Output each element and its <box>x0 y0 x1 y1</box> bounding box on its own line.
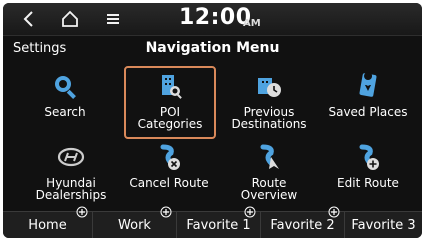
back-icon[interactable] <box>19 8 39 30</box>
add-icon <box>160 206 172 218</box>
favorite-label: Favorite 2 <box>270 218 335 233</box>
menu-item-search[interactable]: Search <box>15 68 115 140</box>
favorite-work-button[interactable]: Work <box>93 206 177 238</box>
menu-item-poi-categories[interactable]: POI Categories <box>124 66 216 139</box>
menu-item-previous-destinations[interactable]: Previous Destinations <box>219 68 319 140</box>
menu-item-label: Saved Places <box>328 105 408 119</box>
menu-grid: Search POI Categories Previous Destinati… <box>3 63 422 208</box>
add-icon <box>244 206 256 218</box>
favorite-3-button[interactable]: Favorite 3 <box>345 212 422 238</box>
menu-icon[interactable] <box>102 8 124 30</box>
favorite-2-button[interactable]: Favorite 2 <box>261 206 345 238</box>
previous-destinations-icon <box>255 72 283 100</box>
edit-route-icon <box>354 143 382 171</box>
menu-item-label: Hyundai Dealerships <box>35 176 107 202</box>
favorite-label: Favorite 1 <box>186 218 251 233</box>
add-icon <box>328 206 340 218</box>
favorites-bar: Home Work Favorite 1 Favorite 2 Favorite… <box>3 206 422 238</box>
poi-categories-icon <box>156 72 184 100</box>
menu-item-label: Route Overview <box>240 176 298 202</box>
menu-item-label: POI Categories <box>137 105 203 131</box>
menu-item-route-overview[interactable]: Route Overview <box>219 139 319 211</box>
search-icon <box>51 72 79 100</box>
cancel-route-icon <box>155 143 183 171</box>
menu-item-cancel-route[interactable]: Cancel Route <box>119 139 219 211</box>
clock-time: 12:00 <box>179 5 252 30</box>
menu-item-saved-places[interactable]: Saved Places <box>318 68 418 140</box>
route-overview-icon <box>255 143 283 171</box>
page-title: Navigation Menu <box>145 40 280 56</box>
status-bar: 12:00 AM <box>3 3 422 36</box>
home-icon[interactable] <box>59 8 81 30</box>
favorite-label: Favorite 3 <box>351 218 416 233</box>
add-icon <box>76 206 88 218</box>
menu-item-label: Previous Destinations <box>231 105 307 131</box>
clock-ampm: AM <box>243 18 261 29</box>
menu-item-edit-route[interactable]: Edit Route <box>318 139 418 211</box>
favorite-home-button[interactable]: Home <box>3 206 93 238</box>
menu-item-label: Cancel Route <box>129 176 209 190</box>
menu-item-hyundai-dealerships[interactable]: Hyundai Dealerships <box>21 139 121 211</box>
favorite-label: Home <box>28 218 67 233</box>
hyundai-logo-icon <box>57 143 85 171</box>
navigation-menu-screen: 12:00 AM Settings Navigation Menu Search… <box>3 3 422 238</box>
favorite-1-button[interactable]: Favorite 1 <box>177 206 261 238</box>
menu-item-label: Search <box>44 105 86 119</box>
favorite-label: Work <box>118 218 151 233</box>
menu-item-label: Edit Route <box>337 176 399 190</box>
header: Settings Navigation Menu <box>3 35 422 61</box>
saved-places-icon <box>354 72 382 100</box>
